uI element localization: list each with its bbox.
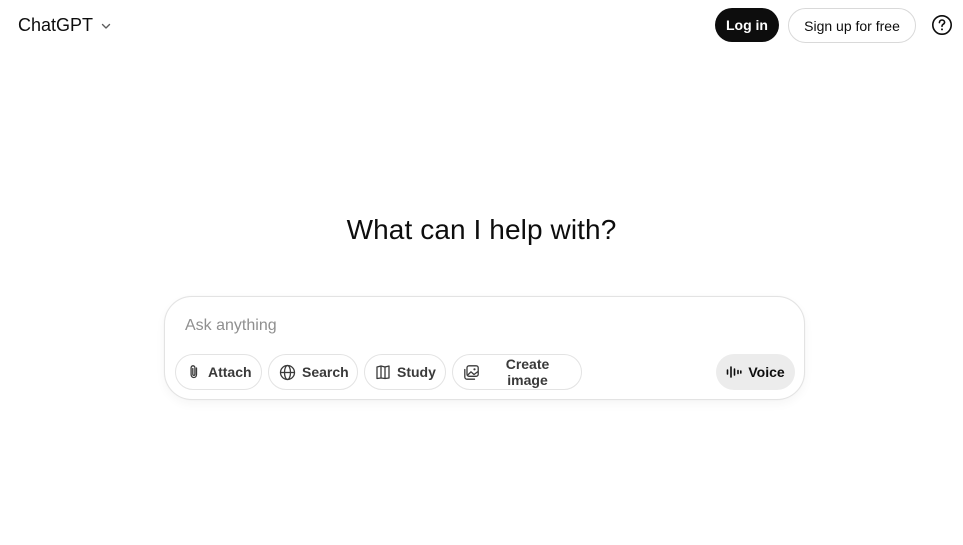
- top-header: ChatGPT Log in Sign up for free: [0, 0, 963, 50]
- globe-icon: [279, 363, 296, 381]
- log-in-button[interactable]: Log in: [715, 8, 779, 42]
- search-label: Search: [302, 364, 349, 380]
- attach-button[interactable]: Attach: [175, 354, 262, 390]
- voice-button[interactable]: Voice: [716, 354, 795, 390]
- search-button[interactable]: Search: [268, 354, 358, 390]
- voice-label: Voice: [748, 364, 785, 380]
- help-button[interactable]: [930, 13, 954, 37]
- paperclip-icon: [186, 363, 202, 381]
- prompt-input[interactable]: [185, 313, 775, 339]
- attach-label: Attach: [208, 364, 252, 380]
- question-circle-icon: [931, 14, 953, 36]
- prompt-composer: Attach Search Study: [164, 296, 805, 400]
- book-icon: [375, 363, 391, 381]
- model-label: ChatGPT: [18, 14, 94, 35]
- study-label: Study: [397, 364, 436, 380]
- create-image-button[interactable]: Create image: [452, 354, 582, 390]
- study-button[interactable]: Study: [364, 354, 446, 390]
- image-icon: [463, 363, 480, 381]
- chatgpt-landing-page: ChatGPT Log in Sign up for free What can…: [0, 0, 963, 545]
- model-switcher[interactable]: ChatGPT: [10, 8, 121, 42]
- sign-up-button[interactable]: Sign up for free: [788, 8, 916, 43]
- create-image-label: Create image: [505, 356, 550, 388]
- page-headline: What can I help with?: [346, 214, 617, 245]
- soundwave-icon: [726, 365, 742, 379]
- chevron-down-icon: [99, 19, 113, 33]
